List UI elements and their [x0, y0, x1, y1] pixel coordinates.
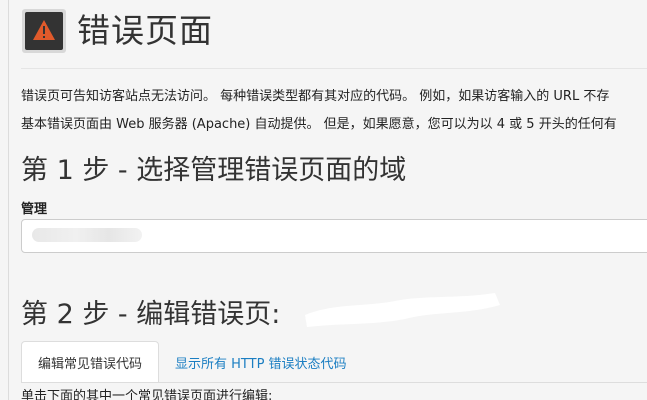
error-code-tabs: 编辑常见错误代码 显示所有 HTTP 错误状态代码	[21, 341, 363, 383]
warning-icon	[21, 8, 67, 54]
description-line-2: 基本错误页面由 Web 服务器 (Apache) 自动提供。 但是，如果愿意，您…	[21, 117, 617, 132]
page-title: 错误页面	[77, 11, 213, 50]
tab-all-http-status-codes[interactable]: 显示所有 HTTP 错误状态代码	[159, 341, 363, 383]
page-header: 错误页面	[21, 8, 213, 54]
tabs-divider	[21, 382, 647, 383]
description-line-1: 错误页可告知访客站点无法访问。 每种错误类型都有其对应的代码。 例如，如果访客输…	[21, 89, 610, 104]
domain-select[interactable]	[21, 219, 647, 253]
instruction-text: 单击下面的其中一个常见错误页面进行编辑:	[21, 389, 273, 400]
tab-common-error-codes[interactable]: 编辑常见错误代码	[21, 341, 160, 383]
redacted-domain-mark	[305, 293, 500, 327]
header-divider	[21, 68, 647, 69]
error-pages-screen: 错误页面 错误页可告知访客站点无法访问。 每种错误类型都有其对应的代码。 例如，…	[0, 0, 647, 400]
step2-title: 第 2 步 - 编辑错误页:	[21, 299, 281, 330]
domain-select-value-redacted	[32, 228, 142, 242]
left-border	[8, 0, 9, 400]
manage-label: 管理	[21, 202, 48, 217]
step1-title: 第 1 步 - 选择管理错误页面的域	[21, 155, 407, 186]
